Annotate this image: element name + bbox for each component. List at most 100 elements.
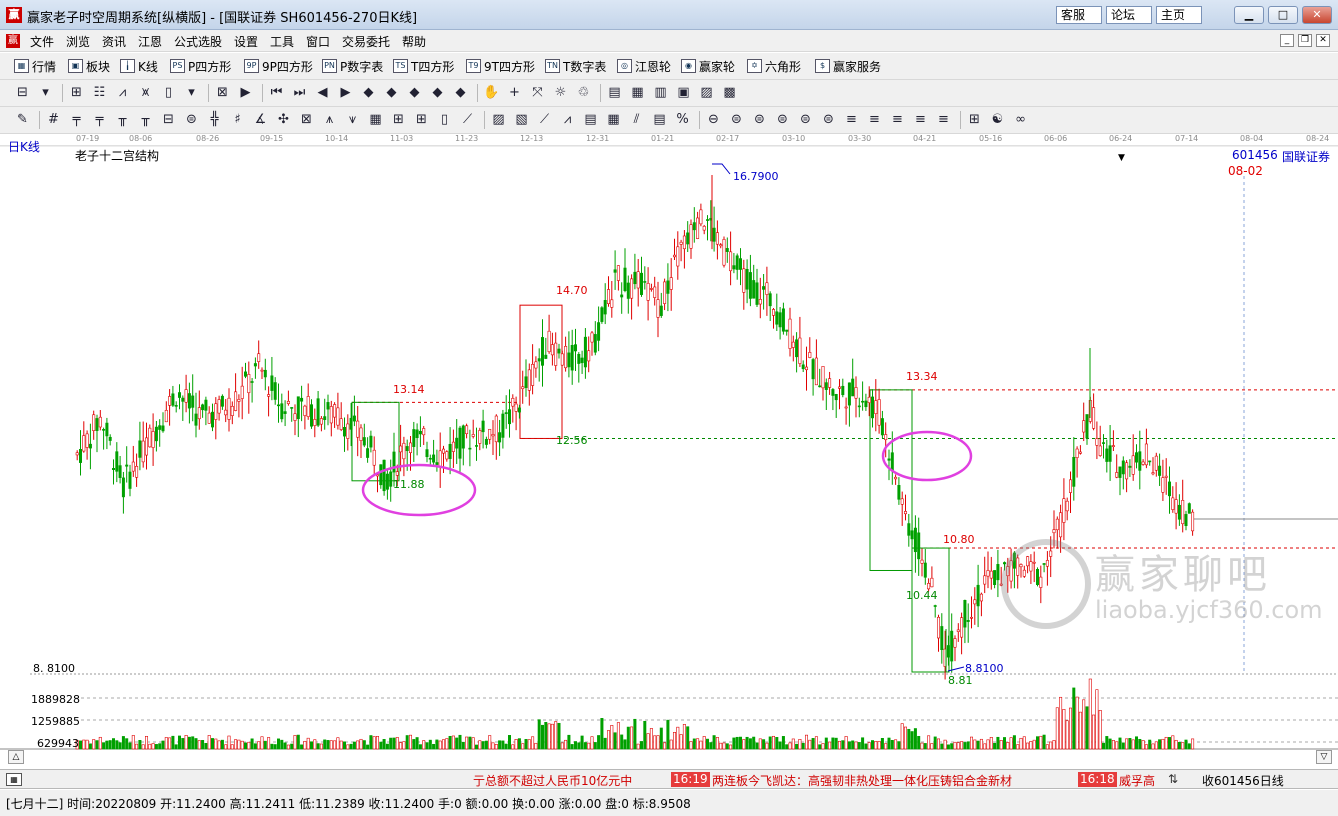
tool-icon[interactable]: ⊞ [68,84,85,101]
tool-icon[interactable]: ⊟ [14,84,31,101]
tool-icon[interactable]: ◆ [360,84,377,101]
toolbar-win-wheel-button[interactable]: ◉ 赢家轮 [681,57,735,75]
tool-icon[interactable]: ⩘ [559,111,576,128]
tool-icon[interactable]: ⤧ [529,84,546,101]
tool-icon[interactable]: ▦ [367,111,384,128]
tool-icon[interactable]: ⩚ [321,111,338,128]
tool-icon[interactable]: ≡ [889,111,906,128]
menu-tools[interactable]: 工具 [270,33,294,50]
tool-icon[interactable]: ≡ [912,111,929,128]
tool-icon[interactable]: ▨ [698,84,715,101]
toolbar-blocks-button[interactable]: ▣ 板块 [68,57,110,75]
tool-icon[interactable]: ⊞ [390,111,407,128]
tool-icon[interactable]: ♲ [575,84,592,101]
tool-icon[interactable]: ▯ [436,111,453,128]
menu-window[interactable]: 窗口 [306,33,330,50]
tool-icon[interactable]: ▤ [582,111,599,128]
tool-icon[interactable]: ▥ [652,84,669,101]
tool-icon[interactable]: ▤ [651,111,668,128]
tool-icon[interactable]: ▯ [160,84,177,101]
tool-icon[interactable]: ≡ [866,111,883,128]
tool-icon[interactable]: ⊞ [966,111,983,128]
tool-icon[interactable]: ⏮ [268,84,285,101]
ticker-item-2[interactable]: 两连板今飞凯达：高强韧非热处理一体化压铸铝合金新材 [712,772,1012,789]
toolbar-hexagon-button[interactable]: ✡ 六角形 [747,57,801,75]
tool-icon[interactable]: ⊜ [751,111,768,128]
tool-icon[interactable]: ⟋ [536,111,553,128]
tool-icon[interactable]: ◀ [314,84,331,101]
tool-icon[interactable]: ╤ [91,111,108,128]
keyboard-icon[interactable]: ▦ [6,773,22,786]
toolbar-ps-button[interactable]: PS P四方形 [170,57,231,75]
tool-icon[interactable]: ▶ [337,84,354,101]
tool-icon[interactable]: # [45,111,62,128]
tool-icon[interactable]: ∞ [1012,111,1029,128]
tool-icon[interactable]: ⊜ [797,111,814,128]
menu-help[interactable]: 帮助 [402,33,426,50]
ticker-item-3[interactable]: 威孚高 [1119,772,1155,789]
close-button[interactable]: ✕ [1302,6,1332,24]
menu-browse[interactable]: 浏览 [66,33,90,50]
tool-icon[interactable]: ▶ [237,84,254,101]
tool-icon[interactable]: ✣ [275,111,292,128]
tool-icon[interactable]: ⊞ [413,111,430,128]
tool-icon[interactable]: ╤ [68,111,85,128]
tool-icon[interactable]: ⩘ [114,84,131,101]
tool-icon[interactable]: ⊖ [705,111,722,128]
toolbar-9p-button[interactable]: 9P 9P四方形 [244,57,313,75]
tool-icon[interactable]: ⊠ [214,84,231,101]
tool-icon[interactable]: ☷ [91,84,108,101]
tool-icon[interactable]: ≡ [935,111,952,128]
tool-icon[interactable]: ⊜ [728,111,745,128]
tool-icon[interactable]: ✎ [14,111,31,128]
ticker-item-1[interactable]: 亍总额不超过人民币10亿元中 [473,772,632,789]
tool-icon[interactable]: ◆ [429,84,446,101]
tool-icon[interactable]: ☯ [989,111,1006,128]
forum-link[interactable]: 论坛 [1106,6,1152,24]
tool-icon[interactable]: ⊜ [183,111,200,128]
toolbar-tn-button[interactable]: TN T数字表 [545,57,606,75]
tool-icon[interactable]: ⊟ [160,111,177,128]
menu-info[interactable]: 资讯 [102,33,126,50]
tool-icon[interactable]: + [506,84,523,101]
tool-icon[interactable]: ∡ [252,111,269,128]
tool-icon[interactable]: ✋ [483,84,500,101]
mdi-close-button[interactable]: ✕ [1316,34,1330,47]
tool-icon[interactable]: ⊠ [298,111,315,128]
tool-icon[interactable]: ☼ [552,84,569,101]
toolbar-ts-button[interactable]: TS T四方形 [393,57,454,75]
toolbar-pn-button[interactable]: PN P数字表 [322,57,383,75]
menu-settings[interactable]: 设置 [234,33,258,50]
tool-icon[interactable]: ╥ [114,111,131,128]
tool-icon[interactable]: ▾ [37,84,54,101]
toolbar-candle-button[interactable]: ╽ K线 [120,57,158,75]
tool-icon[interactable]: ⏭ [291,84,308,101]
tool-icon[interactable]: ⫽ [628,111,645,128]
menu-formula[interactable]: 公式选股 [174,33,222,50]
kline-chart[interactable]: 16.7900 8.8100 14.70 13.14 13.34 12.56 11.88 10… [0,140,1338,770]
tool-icon[interactable]: ▧ [513,111,530,128]
tool-icon[interactable]: ▩ [721,84,738,101]
tool-icon[interactable]: ⩙ [137,84,154,101]
tool-icon[interactable]: ▣ [675,84,692,101]
tool-icon[interactable]: ▦ [629,84,646,101]
tool-icon[interactable]: ⊜ [820,111,837,128]
mdi-minimize-button[interactable]: _ [1280,34,1294,47]
tool-icon[interactable]: ♯ [229,111,246,128]
tool-icon[interactable]: ⟋ [459,111,476,128]
customer-service-link[interactable]: 客服 [1056,6,1102,24]
menu-file[interactable]: 文件 [30,33,54,50]
toolbar-dollar-button[interactable]: $ 赢家服务 [815,57,881,75]
homepage-link[interactable]: 主页 [1156,6,1202,24]
tool-icon[interactable]: % [674,111,691,128]
tool-icon[interactable]: ◆ [383,84,400,101]
toolbar-gann-wheel-button[interactable]: ◎ 江恩轮 [617,57,671,75]
tool-icon[interactable]: ▤ [606,84,623,101]
tool-icon[interactable]: ▨ [490,111,507,128]
menu-trade[interactable]: 交易委托 [342,33,390,50]
tool-icon[interactable]: ⊜ [774,111,791,128]
minimize-button[interactable]: ▁ [1234,6,1264,24]
tool-icon[interactable]: ◆ [452,84,469,101]
menu-gann[interactable]: 江恩 [138,33,162,50]
maximize-button[interactable]: □ [1268,6,1298,24]
